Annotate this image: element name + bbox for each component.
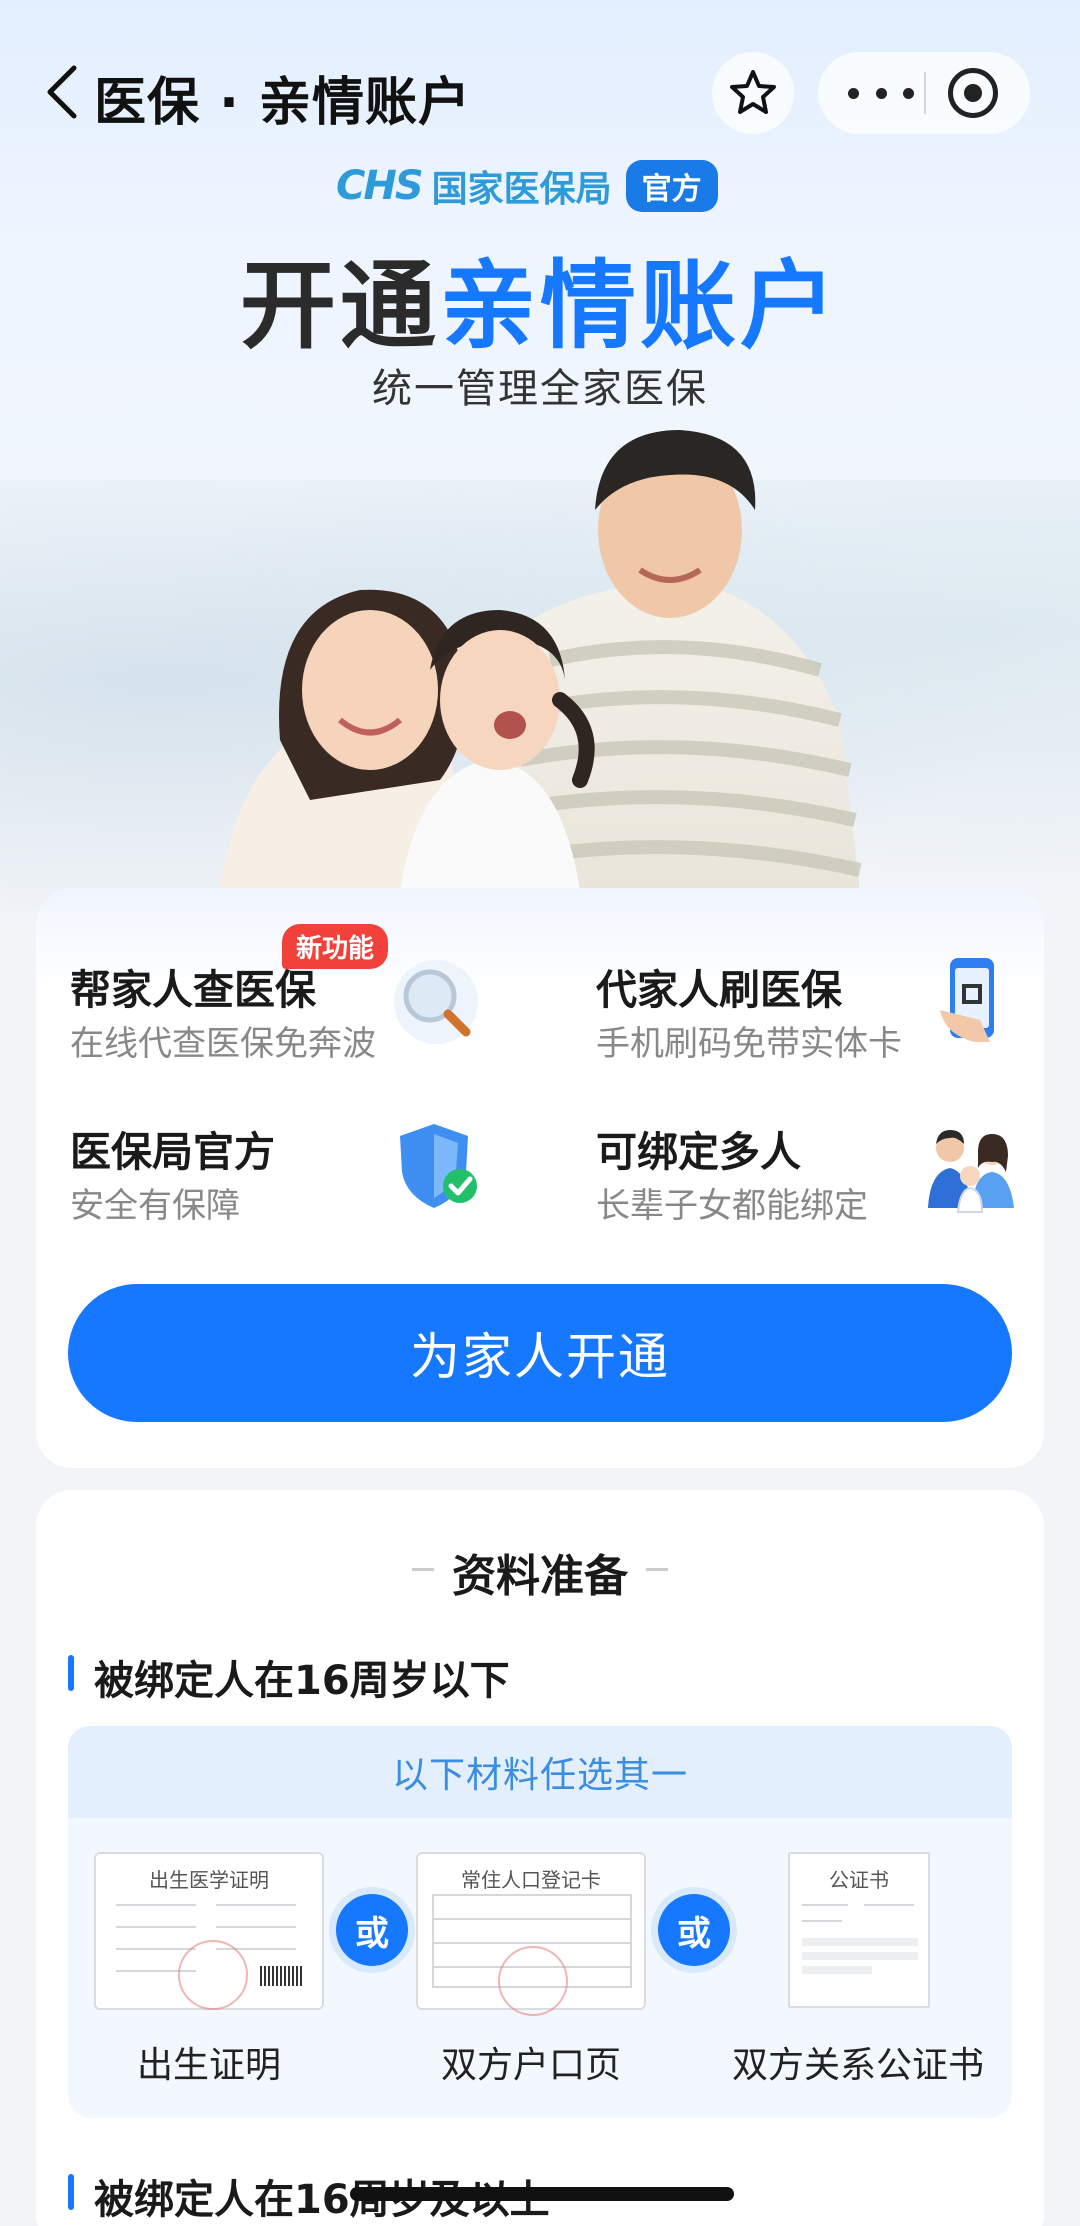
doc-line: [216, 1904, 296, 1906]
favorite-button[interactable]: [712, 52, 794, 134]
doc-line: [802, 1966, 872, 1974]
notarial-certificate-image: 公证书: [788, 1852, 930, 2008]
doc-stamp: [178, 1940, 248, 2010]
or-divider: 或: [336, 1894, 408, 1966]
doc-title: 公证书: [829, 1868, 889, 1892]
barcode: [260, 1966, 304, 1986]
magnifier-icon: [394, 960, 478, 1044]
official-badge: 官方: [625, 160, 718, 212]
new-feature-badge: 新功能: [282, 924, 389, 969]
feature-title: 可绑定多人: [596, 1128, 801, 1176]
materials-hint: 以下材料任选其一: [68, 1726, 1012, 1818]
top-navigation-bar: 医保 · 亲情账户: [0, 40, 1080, 145]
doc-stamp: [498, 1946, 568, 2016]
doc-line: [216, 1926, 296, 1928]
bureau-name: 国家医保局: [431, 169, 612, 210]
feature-subtitle: 在线代查医保免奔波: [70, 1024, 376, 1064]
feature-subtitle: 安全有保障: [70, 1186, 240, 1226]
shield-check-icon: [400, 1124, 477, 1208]
page-title: 医保 · 亲情账户: [94, 73, 471, 133]
doc-title: 出生医学证明: [149, 1868, 269, 1892]
doc-line: [116, 1926, 196, 1928]
close-program-icon[interactable]: [948, 68, 998, 118]
feature-subtitle: 长辈子女都能绑定: [596, 1186, 868, 1226]
brand-row: CHS 国家医保局 官方: [336, 158, 718, 214]
family-icon: [928, 1130, 1014, 1213]
doc-line: [864, 1904, 914, 1906]
back-arrow-icon[interactable]: [40, 62, 90, 122]
feature-subtitle: 手机刷码免带实体卡: [596, 1024, 902, 1064]
household-register-image: 常住人口登记卡: [416, 1852, 646, 2016]
doc-line: [116, 1948, 196, 1950]
doc-title: 常住人口登记卡: [461, 1868, 601, 1892]
feature-title: 帮家人查医保: [70, 966, 316, 1014]
open-for-family-button[interactable]: 为家人开通: [68, 1284, 1012, 1422]
group-accent-bar: [68, 1655, 74, 1691]
hero-subtitle: 统一管理全家医保: [372, 366, 708, 412]
doc-line: [802, 1952, 918, 1960]
doc-line: [802, 1938, 918, 1946]
feature-title: 代家人刷医保: [596, 966, 842, 1014]
star-icon: [730, 70, 776, 114]
doc-label-birth-certificate: 出生证明: [136, 2045, 281, 2086]
feature-title: 医保局官方: [70, 1128, 275, 1176]
doc-label-notarial-certificate: 双方关系公证书: [731, 2045, 984, 2086]
or-divider: 或: [658, 1894, 730, 1966]
doc-label-household-register: 双方户口页: [440, 2045, 621, 2086]
mini-program-capsule: [818, 52, 1030, 134]
more-options-icon[interactable]: [848, 74, 914, 112]
home-indicator[interactable]: [350, 2187, 734, 2201]
group-label-under-16: 被绑定人在16周岁以下: [94, 1658, 510, 1704]
headline-part2: 亲情账户: [440, 250, 840, 362]
doc-line: [802, 1920, 842, 1922]
chs-logo: CHS: [336, 163, 424, 209]
hero-headline: 开通亲情账户: [0, 228, 1080, 367]
capsule-divider: [924, 72, 926, 114]
birth-certificate-image: 出生医学证明: [94, 1852, 324, 2010]
family-photo-illustration: [220, 430, 862, 890]
headline-part1: 开通: [240, 250, 440, 362]
doc-line: [116, 1904, 196, 1906]
phone-qr-icon: [940, 958, 994, 1042]
group-accent-bar: [68, 2174, 74, 2210]
documents-section-title: 资料准备: [452, 1551, 628, 1602]
doc-line: [802, 1904, 848, 1906]
